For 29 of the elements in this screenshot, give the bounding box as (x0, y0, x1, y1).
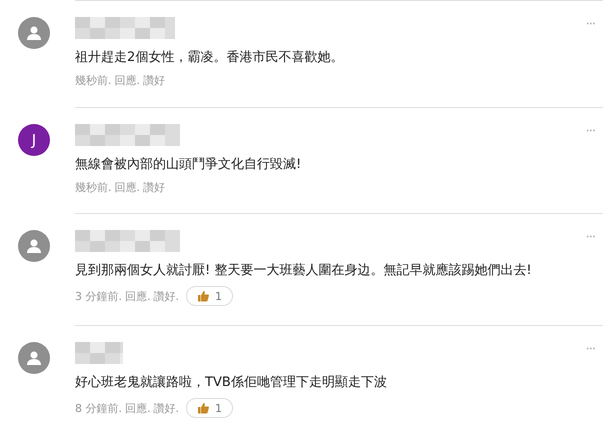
action-link[interactable]: 回應. (114, 73, 140, 88)
comment-text: 見到那兩個女人就討厭! 整天要一大班藝人圍在身边。無記早就應該踢她們出去! (75, 262, 533, 279)
timestamp: 8 分鐘前. (75, 400, 122, 416)
action-link[interactable]: 讚好. (154, 400, 179, 416)
thumbs-up-icon (197, 402, 209, 414)
action-link[interactable]: 讚好 (143, 180, 165, 195)
like-count-button[interactable]: 1 (186, 286, 233, 306)
comment-text: 祖廾趕走2個女性，霸凌。香港市民不喜歡她。 (75, 49, 344, 66)
like-count-button[interactable]: 1 (186, 398, 233, 418)
comment-text: 好心班老鬼就讓路啦，TVB係佢哋管理下走明顯走下波 (75, 374, 388, 391)
more-options-icon[interactable]: ··· (586, 17, 595, 32)
action-link[interactable]: 讚好 (143, 73, 165, 88)
action-link[interactable]: 回應. (125, 288, 150, 304)
thumbs-up-icon (197, 290, 209, 302)
more-options-icon[interactable]: ··· (586, 124, 595, 139)
avatar: J (18, 124, 50, 156)
timestamp: 3 分鐘前. (75, 288, 122, 304)
user-silhouette-icon (26, 350, 42, 366)
more-options-icon[interactable]: ··· (586, 342, 595, 357)
timestamp: 幾秒前. (75, 180, 112, 195)
more-options-icon[interactable]: ··· (586, 230, 595, 245)
user-silhouette-icon (26, 25, 42, 41)
action-link[interactable]: 回應. (114, 180, 140, 195)
blurred-name (75, 342, 123, 364)
action-link[interactable]: 讚好. (154, 288, 179, 304)
comment-text: 無線會被內部的山頭鬥爭文化自行毀滅! (75, 156, 302, 173)
action-link[interactable]: 回應. (125, 400, 150, 416)
user-silhouette-icon (26, 238, 42, 254)
timestamp: 幾秒前. (75, 73, 112, 88)
